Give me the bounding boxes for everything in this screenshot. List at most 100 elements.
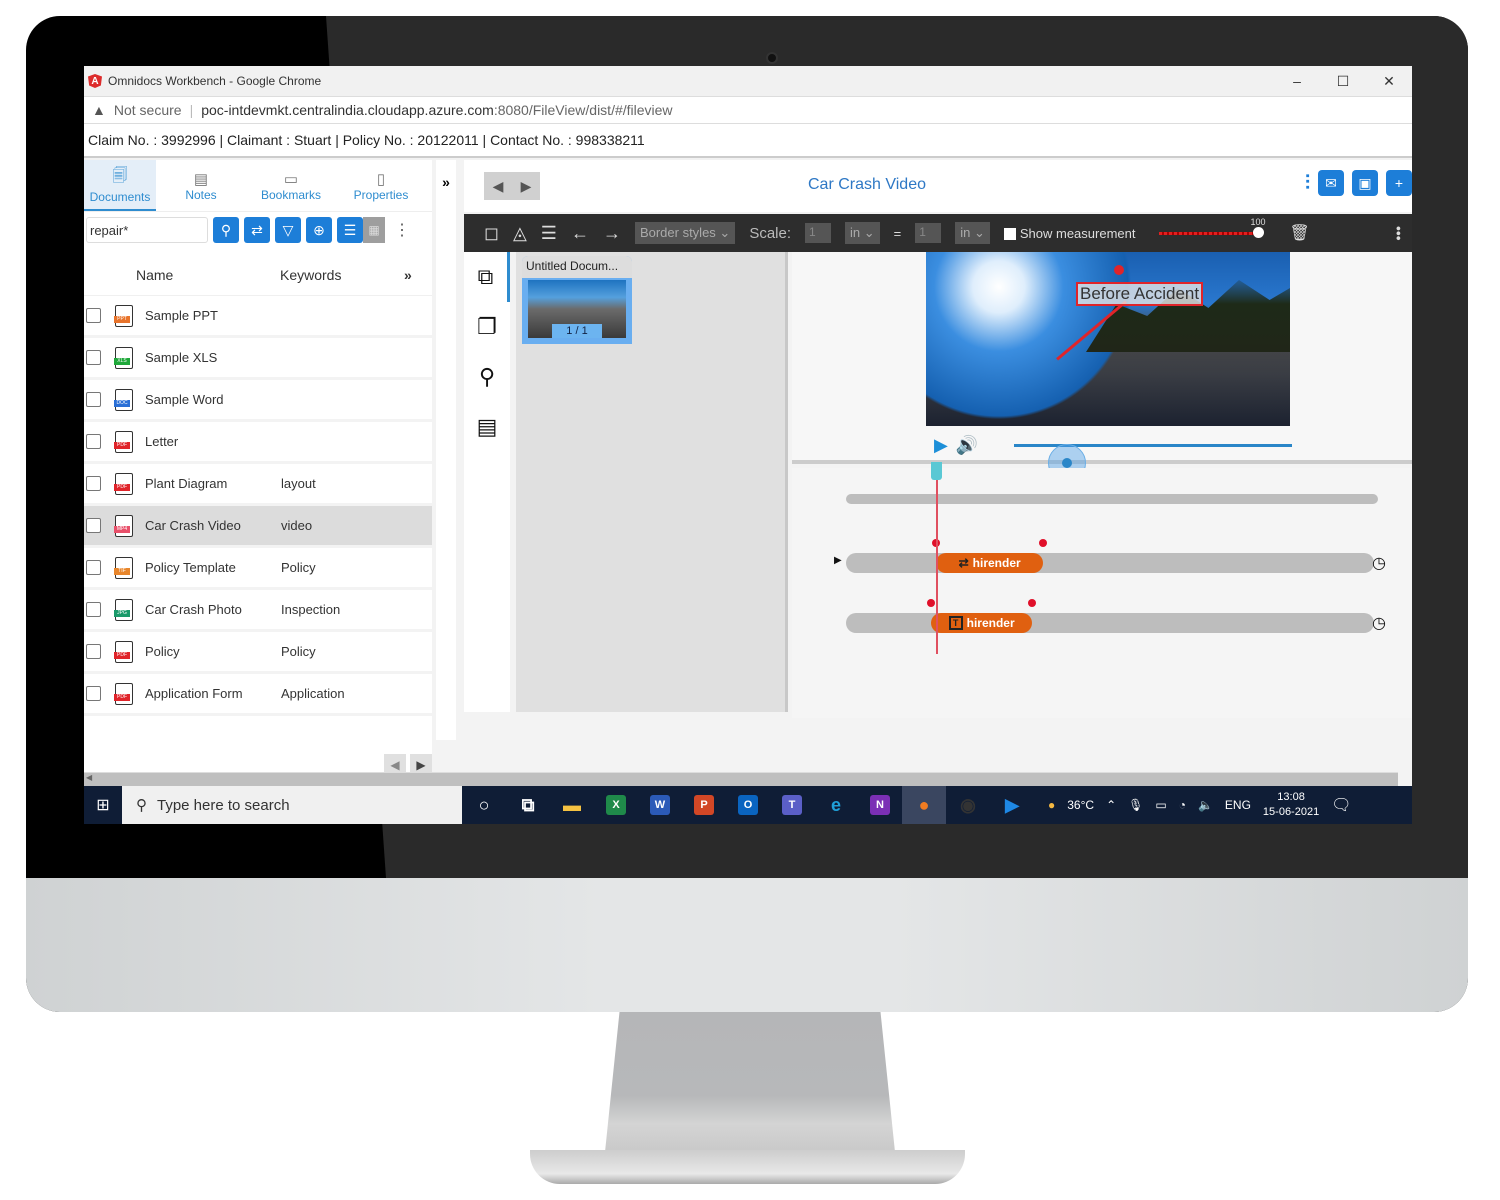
annotation-label[interactable]: Before Accident [1076, 282, 1204, 306]
collapse-panel-button[interactable]: » [436, 160, 456, 740]
annotation-handle[interactable] [1114, 265, 1124, 275]
weather-icon[interactable]: ● [1048, 798, 1055, 812]
document-row[interactable]: MP4 Car Crash Video video [84, 506, 432, 548]
comments-icon[interactable]: ▤ [464, 402, 510, 452]
tab-documents[interactable]: 🗐 Documents [84, 160, 156, 211]
volume-icon[interactable]: 🔊 [956, 435, 978, 456]
document-name[interactable]: Letter [145, 434, 281, 449]
battery-icon[interactable]: ▭ [1155, 798, 1166, 812]
minimize-button[interactable]: – [1274, 73, 1320, 90]
clock-icon[interactable]: ◷ [1372, 613, 1386, 633]
timeline-clip[interactable]: Thirender [931, 613, 1033, 633]
filter-button[interactable]: ▽ [275, 217, 301, 243]
expand-columns-icon[interactable]: » [404, 267, 412, 283]
search-icon[interactable]: ⚲ [464, 352, 510, 402]
show-measurement-checkbox[interactable] [1003, 228, 1016, 241]
show-measurement-toggle[interactable]: Show measurement [1003, 226, 1135, 241]
taskbar-search[interactable]: ⚲ Type here to search [122, 786, 462, 824]
bookmark-pages-icon[interactable]: ❐ [464, 302, 510, 352]
taskbar-clock[interactable]: 13:08 15-06-2021 [1263, 790, 1319, 820]
document-row[interactable]: XLS Sample XLS [84, 338, 432, 380]
timeline-ruler[interactable] [846, 494, 1378, 504]
document-row[interactable]: PDF Application Form Application [84, 674, 432, 716]
next-document-button[interactable]: ▶ [521, 178, 532, 195]
tab-notes[interactable]: ▤ Notes [156, 160, 246, 211]
fill-color-icon[interactable]: ◬ [513, 223, 527, 244]
row-checkbox[interactable] [86, 518, 101, 533]
play-icon[interactable]: ▶ [934, 435, 948, 456]
timeline-track[interactable] [846, 613, 1374, 633]
document-row[interactable]: TIF Policy Template Policy [84, 548, 432, 590]
thumbnails-icon[interactable]: ⧉ [464, 252, 510, 302]
taskbar-app-task-view[interactable]: ⧉ [506, 786, 550, 824]
more-options-icon[interactable]: ⋮ [394, 220, 410, 240]
windows-start-icon[interactable]: ⊞ [84, 795, 122, 815]
taskbar-app-file-explorer[interactable]: ▬ [550, 786, 594, 824]
playhead-handle[interactable] [931, 462, 943, 480]
document-info-button[interactable]: ▣ [1352, 170, 1378, 196]
scroll-left-icon[interactable]: ◀ [86, 773, 92, 782]
document-row[interactable]: PDF Plant Diagram layout [84, 464, 432, 506]
taskbar-app-cortana[interactable]: ○ [462, 786, 506, 824]
security-label[interactable]: Not secure [114, 102, 182, 118]
document-name[interactable]: Policy Template [145, 560, 281, 575]
document-name[interactable]: Car Crash Photo [145, 602, 281, 617]
sticky-note-icon[interactable]: ◻ [484, 223, 499, 244]
timeline-clip[interactable]: ⇄ hirender [936, 553, 1043, 573]
more-options-icon[interactable]: ••• [1391, 226, 1407, 241]
prev-document-button[interactable]: ◀ [493, 178, 504, 195]
taskbar-app-word[interactable]: W [638, 786, 682, 824]
opacity-slider[interactable]: 100 [1159, 217, 1265, 238]
scale-unit-select-2[interactable]: in ⌄ [955, 222, 990, 244]
seek-bar[interactable] [1014, 444, 1292, 482]
notifications-icon[interactable]: 🗨 [1331, 795, 1351, 815]
taskbar-app-excel[interactable]: X [594, 786, 638, 824]
column-keywords[interactable]: Keywords [280, 267, 404, 283]
border-styles-select[interactable]: Border styles ⌄ [634, 222, 736, 244]
taskbar-app-onenote[interactable]: N [858, 786, 902, 824]
document-row[interactable]: PPT Sample PPT [84, 296, 432, 338]
tray-chevron-icon[interactable]: ⌃ [1106, 798, 1116, 812]
arrow-left-icon[interactable]: ← [571, 223, 589, 244]
document-name[interactable]: Sample XLS [145, 350, 281, 365]
document-row[interactable]: DOC Sample Word [84, 380, 432, 422]
scale-input-1[interactable]: 1 [805, 223, 832, 243]
playhead-line[interactable] [936, 468, 939, 654]
move-button[interactable]: ⇄ [244, 217, 270, 243]
tab-bookmarks[interactable]: ▭ Bookmarks [246, 160, 336, 211]
row-checkbox[interactable] [86, 476, 101, 491]
clip-handle[interactable] [1028, 599, 1037, 607]
taskbar-app-teams[interactable]: T [770, 786, 814, 824]
document-search-input[interactable] [86, 217, 208, 243]
document-name[interactable]: Plant Diagram [145, 476, 281, 491]
document-name[interactable]: Application Form [145, 686, 281, 701]
language-indicator[interactable]: ENG [1225, 798, 1251, 812]
expand-track-icon[interactable]: ▶ [834, 555, 842, 566]
page-thumbnail[interactable]: Untitled Docum... 1 / 1 [522, 256, 632, 344]
network-icon[interactable]: ◔ [1179, 798, 1186, 812]
clock-icon[interactable]: ◷ [1372, 553, 1386, 573]
document-name[interactable]: Car Crash Video [145, 518, 281, 533]
grid-view-button[interactable]: ▦ [363, 217, 385, 243]
line-weight-icon[interactable]: ☰ [541, 223, 557, 244]
microphone-icon[interactable]: 🎙 [1128, 798, 1143, 812]
document-row[interactable]: PDF Policy Policy [84, 632, 432, 674]
row-checkbox[interactable] [86, 434, 101, 449]
clip-handle[interactable] [927, 599, 936, 607]
document-name[interactable]: Policy [145, 644, 281, 659]
taskbar-app-obs[interactable]: ◉ [946, 786, 990, 824]
warning-icon[interactable]: ▲ [92, 102, 106, 118]
row-checkbox[interactable] [86, 308, 101, 323]
row-checkbox[interactable] [86, 560, 101, 575]
arrow-right-icon[interactable]: → [603, 223, 621, 244]
row-checkbox[interactable] [86, 602, 101, 617]
video-frame[interactable]: Before Accident [926, 252, 1290, 426]
row-checkbox[interactable] [86, 350, 101, 365]
taskbar-app-edge[interactable]: e [814, 786, 858, 824]
add-document-button[interactable]: ⊕ [306, 217, 332, 243]
speaker-icon[interactable]: 🔈 [1198, 798, 1213, 812]
taskbar-app-powerpoint[interactable]: P [682, 786, 726, 824]
search-button[interactable]: ⚲ [213, 217, 239, 243]
close-button[interactable]: ✕ [1366, 73, 1412, 90]
taskbar-app-firefox[interactable]: ● [902, 786, 946, 824]
